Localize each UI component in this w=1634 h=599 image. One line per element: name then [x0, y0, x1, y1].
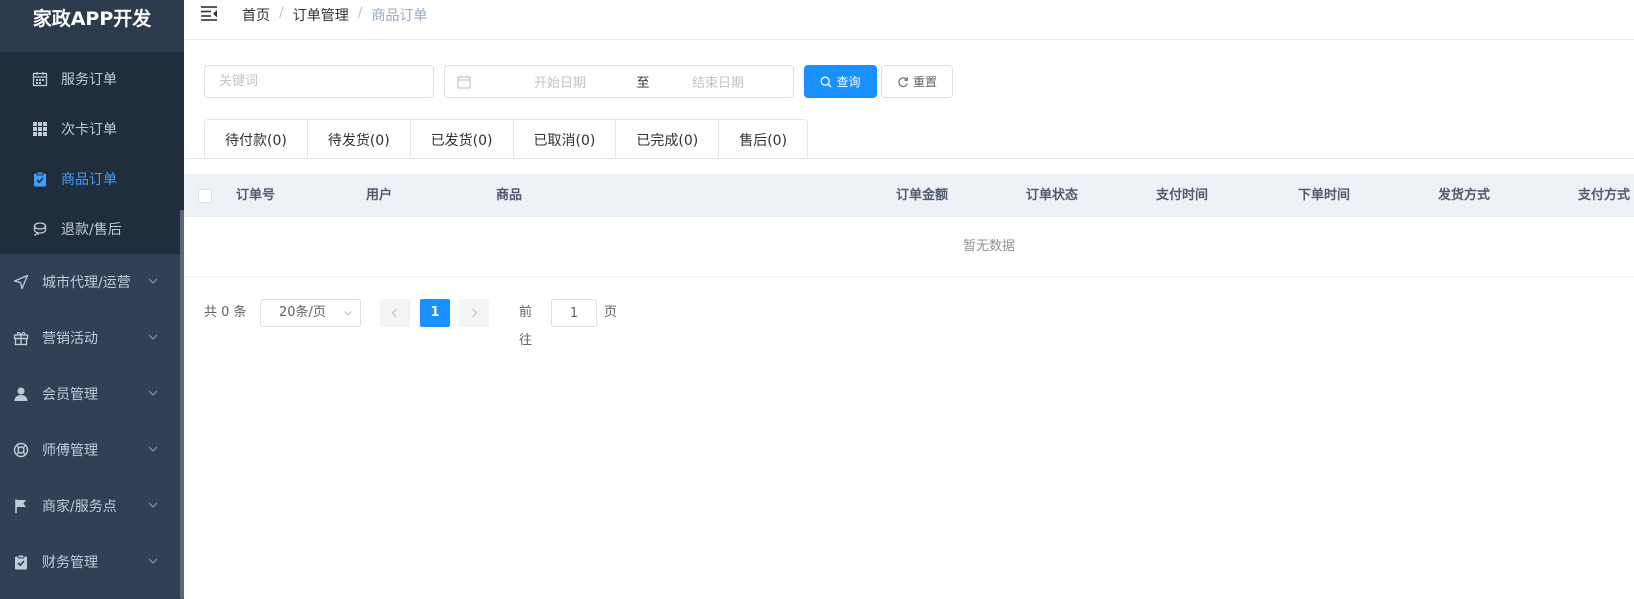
navigation-icon	[12, 273, 30, 291]
sidebar-item-masters[interactable]: 师傅管理	[0, 422, 184, 478]
user-icon	[12, 385, 30, 403]
tabs-divider	[184, 158, 1634, 159]
date-range-picker[interactable]: 开始日期 至 结束日期	[444, 65, 794, 98]
column-product: 商品	[496, 188, 523, 203]
calendar-icon	[32, 71, 48, 87]
tab-shipped[interactable]: 已发货(0)	[411, 120, 514, 159]
sidebar-item-label: 财务管理	[42, 555, 98, 571]
sidebar-item-merchants[interactable]: 商家/服务点	[0, 478, 184, 534]
app-title: 家政APP开发	[32, 8, 152, 30]
sidebar-item-product-orders[interactable]: 商品订单	[0, 154, 184, 204]
search-icon	[821, 76, 832, 87]
page-size-select[interactable]: 20条/页	[260, 299, 361, 327]
sidebar-item-label: 商品订单	[61, 172, 117, 188]
sidebar-item-label: 商家/服务点	[42, 499, 117, 515]
chevron-down-icon	[148, 334, 158, 340]
refund-icon	[32, 221, 48, 237]
sidebar-item-members[interactable]: 会员管理	[0, 366, 184, 422]
app-logo: 家政APP开发	[0, 0, 184, 52]
tab-completed[interactable]: 已完成(0)	[616, 120, 720, 159]
sidebar-item-marketing[interactable]: 营销活动	[0, 310, 184, 366]
date-range-separator: 至	[636, 76, 650, 91]
chevron-right-icon	[472, 308, 478, 318]
column-user: 用户	[366, 188, 393, 203]
column-order-amount: 订单金额	[896, 188, 949, 203]
end-date-field[interactable]: 结束日期	[653, 72, 783, 91]
sidebar-item-finance[interactable]: 财务管理	[0, 534, 184, 590]
breadcrumb-order-management[interactable]: 订单管理	[293, 5, 349, 25]
tab-pending-shipment[interactable]: 待发货(0)	[308, 120, 411, 159]
tab-after-sales[interactable]: 售后(0)	[719, 120, 807, 159]
reset-button-label: 重置	[912, 75, 937, 89]
chevron-down-icon	[148, 446, 158, 452]
keyword-input[interactable]	[204, 65, 434, 98]
pagination-total: 共 0 条	[204, 305, 247, 320]
chevron-down-icon	[148, 278, 158, 284]
menu-fold-icon[interactable]	[200, 5, 218, 21]
lifebuoy-icon	[12, 441, 30, 459]
sidebar-item-label: 城市代理/运营	[42, 275, 131, 291]
gift-icon	[12, 329, 30, 347]
table-header: 订单号 用户 商品 订单金额 订单状态 支付时间 下单时间 发货方式 支付方式	[184, 174, 1634, 217]
sidebar-item-label: 次卡订单	[61, 122, 117, 138]
calendar-icon	[457, 75, 471, 89]
goto-suffix: 页	[604, 305, 618, 320]
top-navbar: 首页 / 订单管理 / 商品订单	[184, 0, 1634, 40]
sidebar-item-label: 退款/售后	[61, 222, 122, 238]
query-button[interactable]: 查询	[804, 65, 877, 98]
clipboard-check-icon	[32, 171, 48, 187]
sidebar-item-refunds[interactable]: 退款/售后	[0, 204, 184, 254]
sidebar-item-service-orders[interactable]: 服务订单	[0, 54, 184, 104]
goto-label: 前往	[519, 305, 533, 348]
grid-icon	[32, 121, 48, 137]
breadcrumb-home[interactable]: 首页	[242, 5, 270, 25]
refresh-icon	[898, 76, 908, 87]
sidebar-item-label: 会员管理	[42, 387, 98, 403]
clipboard-icon	[12, 553, 30, 571]
goto-page-input[interactable]	[551, 299, 597, 327]
column-order-time: 下单时间	[1298, 188, 1351, 203]
sidebar-item-label: 服务订单	[61, 72, 117, 88]
breadcrumb-current: 商品订单	[371, 8, 428, 24]
breadcrumb-separator: /	[279, 5, 284, 21]
order-status-tabs: 待付款(0) 待发货(0) 已发货(0) 已取消(0) 已完成(0) 售后(0)	[204, 119, 809, 159]
column-order-number: 订单号	[236, 188, 276, 203]
breadcrumb-separator: /	[357, 5, 363, 21]
tab-pending-payment[interactable]: 待付款(0)	[205, 120, 308, 159]
order-submenu: 服务订单 次卡订单 商品订单 退款/售后	[0, 52, 184, 254]
column-payment-time: 支付时间	[1156, 188, 1209, 203]
next-page-button[interactable]	[459, 299, 489, 327]
breadcrumb: 首页 / 订单管理 / 商品订单	[242, 5, 427, 25]
chevron-down-icon	[148, 390, 158, 396]
sidebar-item-card-orders[interactable]: 次卡订单	[0, 104, 184, 154]
chevron-down-icon	[344, 311, 352, 316]
select-all-checkbox[interactable]	[198, 189, 212, 203]
prev-page-button[interactable]	[380, 299, 410, 327]
start-date-field[interactable]: 开始日期	[495, 72, 625, 91]
sidebar: 家政APP开发 服务订单 次卡订单 商品订单 退款/售后 城市代理/运营 营销活…	[0, 0, 184, 599]
sidebar-item-label: 师傅管理	[42, 443, 98, 459]
table-body: 暂无数据	[184, 217, 1634, 277]
page-number-current[interactable]: 1	[420, 299, 450, 327]
chevron-down-icon	[148, 502, 158, 508]
sidebar-item-city-agents[interactable]: 城市代理/运营	[0, 254, 184, 310]
column-order-status: 订单状态	[1026, 188, 1079, 203]
chevron-down-icon	[148, 558, 158, 564]
chevron-left-icon	[391, 308, 397, 318]
page-size-value: 20条/页	[279, 305, 326, 320]
column-delivery-method: 发货方式	[1438, 188, 1491, 203]
flag-icon	[12, 497, 30, 515]
column-payment-method: 支付方式	[1578, 188, 1631, 203]
empty-state-text: 暂无数据	[962, 239, 1015, 254]
reset-button[interactable]: 重置	[881, 65, 953, 98]
sidebar-item-label: 营销活动	[42, 331, 98, 347]
query-button-label: 查询	[836, 75, 861, 89]
tab-cancelled[interactable]: 已取消(0)	[514, 120, 617, 159]
